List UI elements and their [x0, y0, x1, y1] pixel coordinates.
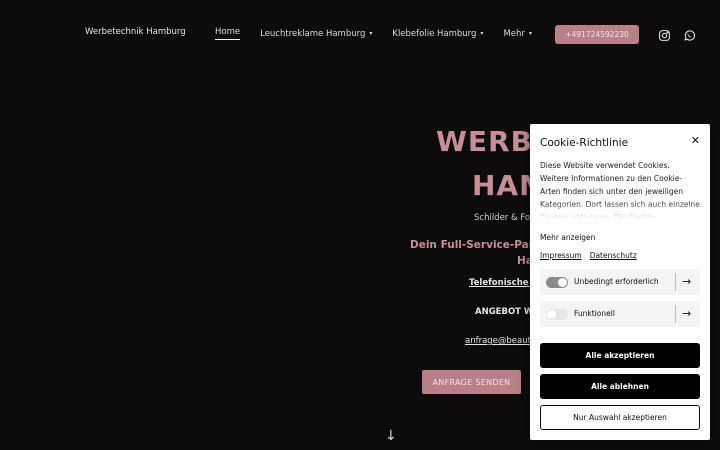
scroll-down-icon[interactable]: ↓ — [385, 428, 397, 444]
category-label: Funktionell — [574, 309, 615, 318]
hero-email-link[interactable]: anfrage@beauty — [465, 336, 536, 346]
impressum-link[interactable]: Impressum — [540, 251, 582, 260]
chevron-down-icon: ▾ — [369, 30, 373, 37]
hero-subtitle: Schilder & Foli — [474, 213, 535, 223]
chevron-down-icon: ▾ — [528, 30, 532, 37]
functional-toggle[interactable] — [546, 309, 568, 320]
cookie-description-wrap: Diese Website verwendet Cookies. Weitere… — [540, 159, 700, 219]
nav-item-home[interactable]: Home — [215, 27, 241, 40]
accept-all-button[interactable]: Alle akzeptieren — [540, 343, 700, 368]
site-header: Werbetechnik Hamburg Home Leuchtreklame … — [0, 0, 720, 66]
instagram-icon[interactable] — [658, 27, 671, 41]
nav-item-klebefolie[interactable]: Klebefolie Hamburg ▾ — [392, 27, 483, 40]
reject-all-button[interactable]: Alle ablehnen — [540, 374, 700, 399]
phone-button[interactable]: +491724592230 — [555, 25, 639, 44]
brand-logo[interactable]: Werbetechnik Hamburg — [85, 27, 186, 37]
description-fade — [540, 201, 700, 219]
arrow-right-icon[interactable]: → — [682, 307, 691, 320]
necessary-toggle[interactable] — [546, 277, 568, 288]
close-icon[interactable]: ✕ — [691, 134, 700, 147]
cookie-links: Impressum Datenschutz — [540, 251, 637, 260]
nav-item-label: Home — [215, 27, 241, 37]
send-request-button[interactable]: ANFRAGE SENDEN — [422, 370, 521, 394]
cookie-dialog: Cookie-Richtlinie ✕ Diese Website verwen… — [530, 124, 710, 440]
nav-item-label: Klebefolie Hamburg — [392, 28, 477, 39]
divider — [675, 273, 676, 291]
nav-item-leuchtreklame[interactable]: Leuchtreklame Hamburg ▾ — [260, 27, 372, 40]
toggle-knob — [547, 310, 556, 319]
category-label: Unbedingt erforderlich — [574, 277, 659, 286]
toggle-knob — [558, 278, 567, 287]
nav-item-label: Leuchtreklame Hamburg — [260, 28, 366, 39]
cookie-category-necessary[interactable]: Unbedingt erforderlich → — [540, 269, 700, 295]
main-menu: Home Leuchtreklame Hamburg ▾ Klebefolie … — [215, 27, 532, 40]
nav-item-mehr[interactable]: Mehr ▾ — [503, 27, 531, 40]
arrow-right-icon[interactable]: → — [682, 275, 691, 288]
show-more-link[interactable]: Mehr anzeigen — [540, 233, 595, 242]
accept-selection-button[interactable]: Nur Auswahl akzeptieren — [540, 405, 700, 430]
cookie-category-functional[interactable]: Funktionell → — [540, 301, 700, 327]
cookie-title: Cookie-Richtlinie — [540, 137, 629, 149]
divider — [675, 305, 676, 323]
nav-item-label: Mehr — [503, 28, 525, 39]
whatsapp-icon[interactable] — [683, 27, 696, 41]
chevron-down-icon: ▾ — [480, 30, 484, 37]
datenschutz-link[interactable]: Datenschutz — [590, 251, 637, 260]
